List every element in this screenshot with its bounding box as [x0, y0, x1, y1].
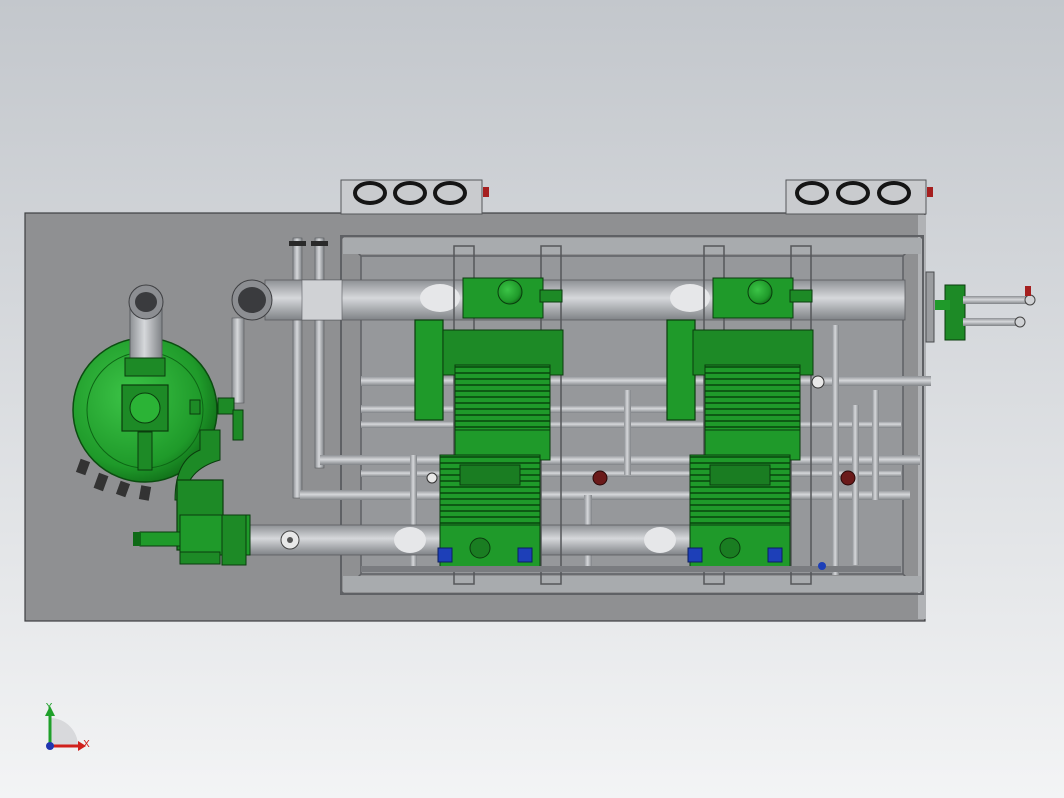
motor-terminal — [687, 547, 703, 563]
pipe-vertical — [832, 325, 839, 575]
coordinate-triad: X Y — [45, 702, 90, 751]
fan-terminal — [927, 187, 933, 197]
fan-unit-2 — [785, 179, 933, 215]
valve-icon — [426, 472, 438, 484]
pipe-vertical — [292, 237, 303, 499]
right-connection — [925, 271, 1036, 343]
motor-terminal — [767, 547, 783, 563]
fan-terminal — [483, 187, 489, 197]
fan-unit-1 — [340, 179, 489, 215]
motor-terminal — [437, 547, 453, 563]
valve-icon — [840, 470, 856, 486]
cad-viewport[interactable]: X Y — [0, 0, 1064, 798]
pipe-vertical — [852, 405, 859, 565]
pipe-horizontal — [300, 490, 910, 500]
triad-x-label: X — [83, 739, 90, 750]
valve-icon — [811, 375, 825, 389]
pipe-vertical — [624, 390, 631, 475]
refrigeration-unit-model[interactable]: X Y — [0, 0, 1064, 798]
valve-icon — [592, 470, 608, 486]
pipe-horizontal — [361, 376, 931, 386]
motor-terminal — [517, 547, 533, 563]
triad-y-label: Y — [45, 702, 53, 713]
pipe-vertical — [314, 237, 325, 469]
pipe-vertical — [872, 390, 879, 500]
pipe-vertical — [231, 317, 245, 404]
